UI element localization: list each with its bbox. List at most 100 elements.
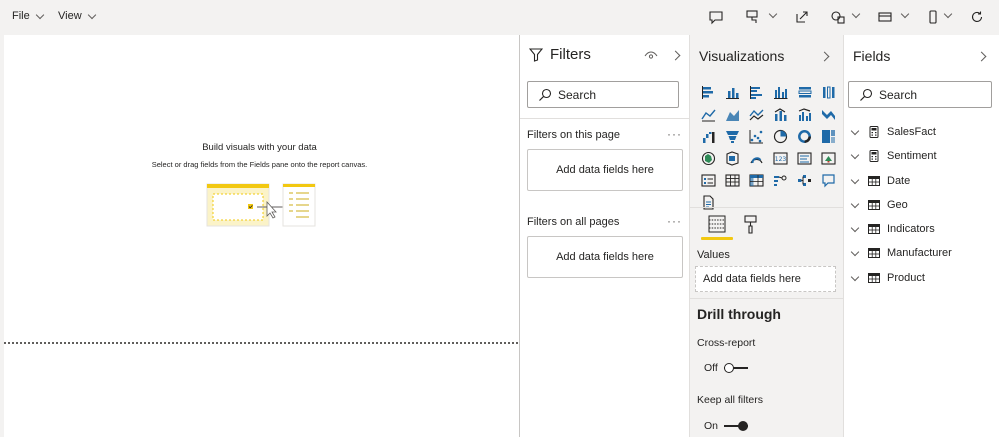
- collapse-visualizations-icon[interactable]: [819, 51, 830, 62]
- filters-on-page-well[interactable]: Add data fields here: [527, 149, 683, 191]
- key-influencers-icon[interactable]: [768, 169, 792, 191]
- slicer-icon[interactable]: [696, 169, 720, 191]
- kpi-icon[interactable]: [816, 147, 840, 169]
- active-tab-indicator: [701, 237, 733, 240]
- popout-icon[interactable]: [794, 9, 810, 25]
- more-options-icon[interactable]: ···: [667, 214, 682, 228]
- line-chart-icon[interactable]: [696, 103, 720, 125]
- chevron-down-icon[interactable]: [850, 223, 860, 232]
- filters-search-placeholder: Search: [558, 87, 597, 102]
- field-table-name: SalesFact: [887, 126, 936, 138]
- values-well[interactable]: Add data fields here: [695, 266, 836, 292]
- field-table-row[interactable]: Indicators: [850, 220, 935, 238]
- empty-canvas-subtitle: Select or drag fields from the Fields pa…: [151, 160, 368, 169]
- paginated-report-icon[interactable]: [696, 191, 720, 213]
- fields-pane: Fields Search SalesFact Sentiment Date G…: [843, 35, 999, 437]
- collapse-filters-icon[interactable]: [670, 50, 681, 61]
- scatter-chart-icon[interactable]: [744, 125, 768, 147]
- stacked-bar-chart-icon[interactable]: [696, 81, 720, 103]
- table-icon: [868, 224, 880, 234]
- field-table-row[interactable]: Geo: [850, 196, 908, 214]
- cross-report-toggle[interactable]: Off: [704, 362, 748, 374]
- svg-text:123: 123: [774, 156, 786, 163]
- format-painter-icon[interactable]: [745, 9, 761, 25]
- chevron-down-icon[interactable]: [850, 199, 860, 208]
- divider: [690, 207, 843, 208]
- area-chart-icon[interactable]: [720, 103, 744, 125]
- filters-title: Filters: [550, 46, 591, 63]
- table-icon[interactable]: [720, 169, 744, 191]
- fields-title: Fields: [853, 48, 891, 64]
- fields-search-input[interactable]: Search: [848, 81, 992, 108]
- layout-icon[interactable]: [877, 9, 893, 25]
- field-table-row[interactable]: Manufacturer: [850, 244, 952, 262]
- drill-through-title: Drill through: [697, 306, 781, 322]
- stacked-column-chart-icon[interactable]: [720, 81, 744, 103]
- view-menu-label: View: [58, 10, 82, 22]
- decomposition-tree-icon[interactable]: [792, 169, 816, 191]
- page-boundary: [4, 342, 518, 344]
- filter-icon: [529, 48, 543, 62]
- filters-search-input[interactable]: Search: [527, 81, 679, 108]
- search-icon: [860, 88, 873, 101]
- map-icon[interactable]: [696, 147, 720, 169]
- card-icon[interactable]: 123: [768, 147, 792, 169]
- chevron-down-icon[interactable]: [850, 126, 860, 135]
- line-and-clustered-column-chart-icon[interactable]: [792, 103, 816, 125]
- shapes-icon[interactable]: [830, 9, 846, 25]
- chevron-down-icon[interactable]: [850, 175, 860, 184]
- clustered-column-chart-icon[interactable]: [768, 81, 792, 103]
- values-label: Values: [697, 249, 730, 261]
- file-menu[interactable]: File: [12, 10, 44, 22]
- chevron-down-icon[interactable]: [851, 9, 861, 19]
- format-tab-icon[interactable]: [740, 213, 762, 235]
- divider: [520, 118, 690, 119]
- table-icon: [868, 200, 880, 210]
- field-table-row[interactable]: SalesFact: [850, 123, 936, 141]
- field-table-row[interactable]: Product: [850, 269, 925, 287]
- keep-all-filters-toggle[interactable]: On: [704, 420, 749, 432]
- 100-stacked-bar-chart-icon[interactable]: [792, 81, 816, 103]
- 100-stacked-column-chart-icon[interactable]: [816, 81, 840, 103]
- funnel-chart-icon[interactable]: [720, 125, 744, 147]
- eye-icon[interactable]: [644, 50, 658, 62]
- calculator-icon: [869, 126, 879, 138]
- visualizations-title: Visualizations: [699, 48, 785, 64]
- qa-icon[interactable]: [816, 169, 840, 191]
- fields-tab-icon[interactable]: [706, 213, 728, 235]
- ribbon-chart-icon[interactable]: [816, 103, 840, 125]
- chevron-down-icon[interactable]: [943, 9, 953, 19]
- view-menu[interactable]: View: [58, 10, 96, 22]
- collapse-fields-icon[interactable]: [976, 51, 987, 62]
- treemap-icon[interactable]: [816, 125, 840, 147]
- line-and-column-chart-icon[interactable]: [768, 103, 792, 125]
- drag-fields-illustration: [205, 182, 320, 230]
- waterfall-chart-icon[interactable]: [696, 125, 720, 147]
- chevron-down-icon[interactable]: [850, 247, 860, 256]
- chevron-down-icon[interactable]: [768, 9, 778, 19]
- donut-chart-icon[interactable]: [792, 125, 816, 147]
- drop-well-label: Add data fields here: [556, 251, 654, 263]
- file-menu-label: File: [12, 10, 30, 22]
- chevron-down-icon[interactable]: [900, 9, 910, 19]
- filled-map-icon[interactable]: [720, 147, 744, 169]
- pie-chart-icon[interactable]: [768, 125, 792, 147]
- clustered-bar-chart-icon[interactable]: [744, 81, 768, 103]
- phone-layout-icon[interactable]: [925, 9, 941, 25]
- filters-all-pages-well[interactable]: Add data fields here: [527, 236, 683, 278]
- report-canvas[interactable]: [4, 35, 519, 437]
- refresh-icon[interactable]: [969, 9, 985, 25]
- field-table-row[interactable]: Date: [850, 172, 910, 190]
- more-options-icon[interactable]: ···: [667, 127, 682, 141]
- stacked-area-chart-icon[interactable]: [744, 103, 768, 125]
- comment-icon[interactable]: [708, 9, 724, 25]
- gauge-icon[interactable]: [744, 147, 768, 169]
- cross-report-label: Cross-report: [697, 337, 756, 349]
- chevron-down-icon[interactable]: [850, 272, 860, 281]
- toggle-track: [723, 363, 748, 373]
- chevron-down-icon[interactable]: [850, 150, 860, 159]
- toggle-knob: [738, 421, 749, 431]
- matrix-icon[interactable]: [744, 169, 768, 191]
- multi-row-card-icon[interactable]: [792, 147, 816, 169]
- field-table-row[interactable]: Sentiment: [850, 147, 937, 165]
